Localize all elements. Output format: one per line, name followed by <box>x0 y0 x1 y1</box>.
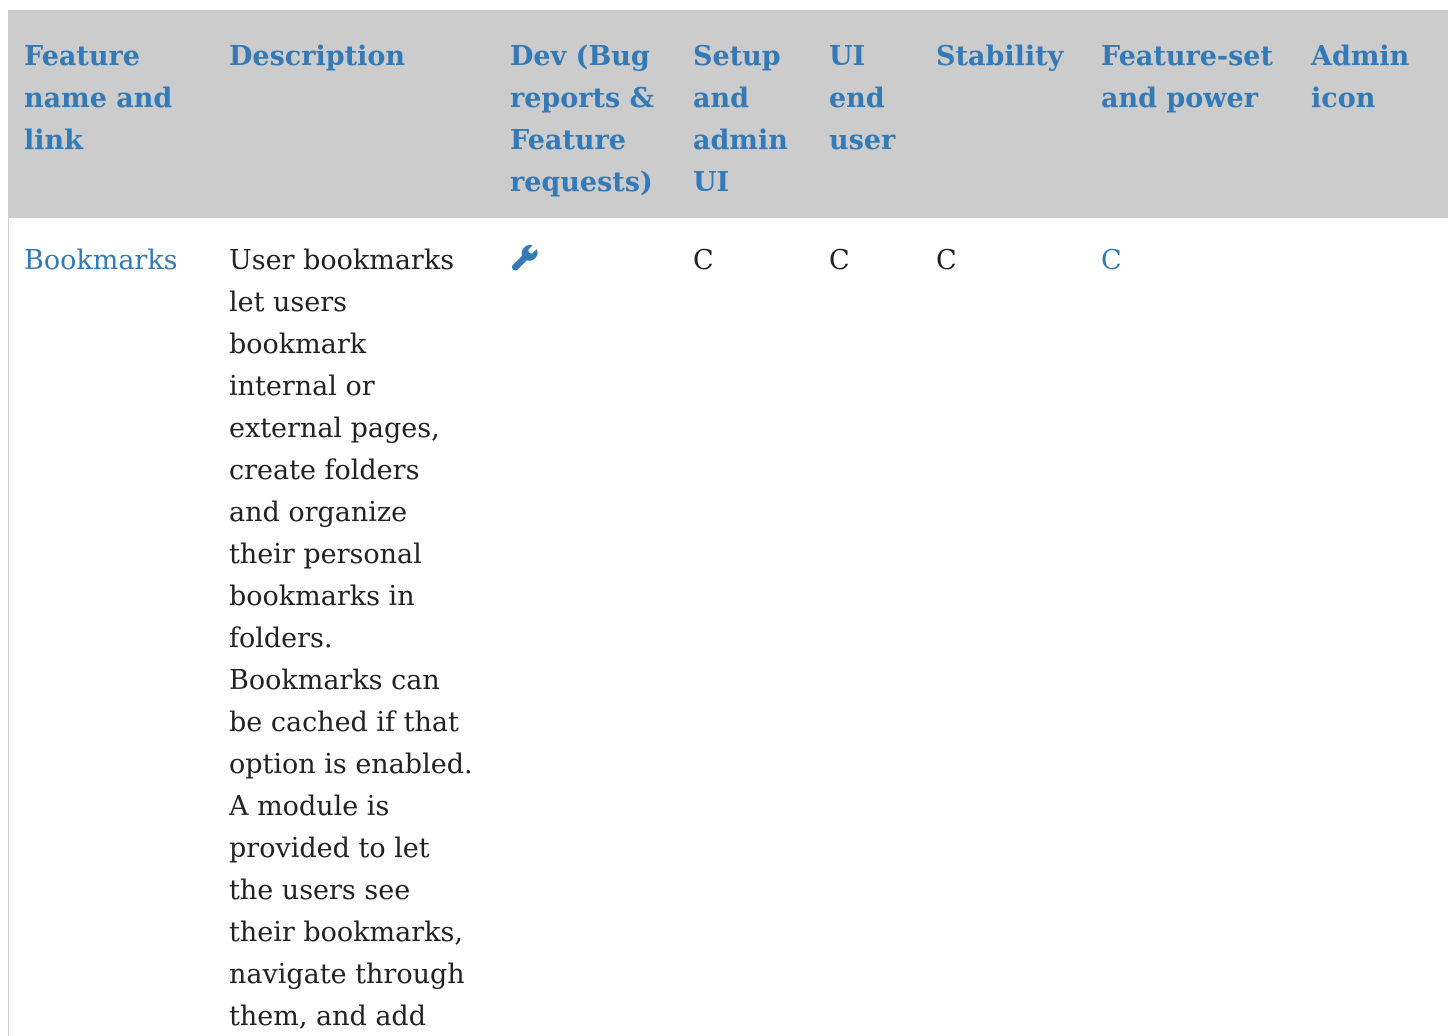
dev-cell <box>494 218 677 1036</box>
header-feature-name[interactable]: Feature name and link <box>8 10 213 218</box>
header-stability[interactable]: Stability <box>920 10 1085 218</box>
header-feature-set[interactable]: Feature-set and power <box>1085 10 1295 218</box>
table-row: Bookmarks User bookmarks let users bookm… <box>8 218 1448 1036</box>
stability-cell: C <box>936 245 957 276</box>
setup-admin-ui-cell: C <box>693 245 714 276</box>
features-table: Feature name and link Description Dev (B… <box>8 10 1448 1036</box>
page: Feature name and link Description Dev (B… <box>0 0 1448 1036</box>
header-dev[interactable]: Dev (Bug reports & Feature requests) <box>494 10 677 218</box>
header-ui-end-user[interactable]: UI end user <box>813 10 920 218</box>
header-setup-admin-ui[interactable]: Setup and admin UI <box>677 10 813 218</box>
header-admin-icon[interactable]: Admin icon <box>1295 10 1448 218</box>
admin-icon-cell <box>1295 218 1448 1036</box>
ui-end-user-cell: C <box>829 245 850 276</box>
description-cell: User bookmarks let users bookmark intern… <box>229 245 473 1032</box>
wrench-icon[interactable] <box>510 244 540 274</box>
feature-link-bookmarks[interactable]: Bookmarks <box>24 245 178 276</box>
header-description[interactable]: Description <box>213 10 494 218</box>
table-header-row: Feature name and link Description Dev (B… <box>8 10 1448 218</box>
feature-name-cell: Bookmarks <box>8 218 213 1036</box>
feature-set-link[interactable]: C <box>1101 245 1122 276</box>
feature-set-cell: C <box>1085 218 1295 1036</box>
